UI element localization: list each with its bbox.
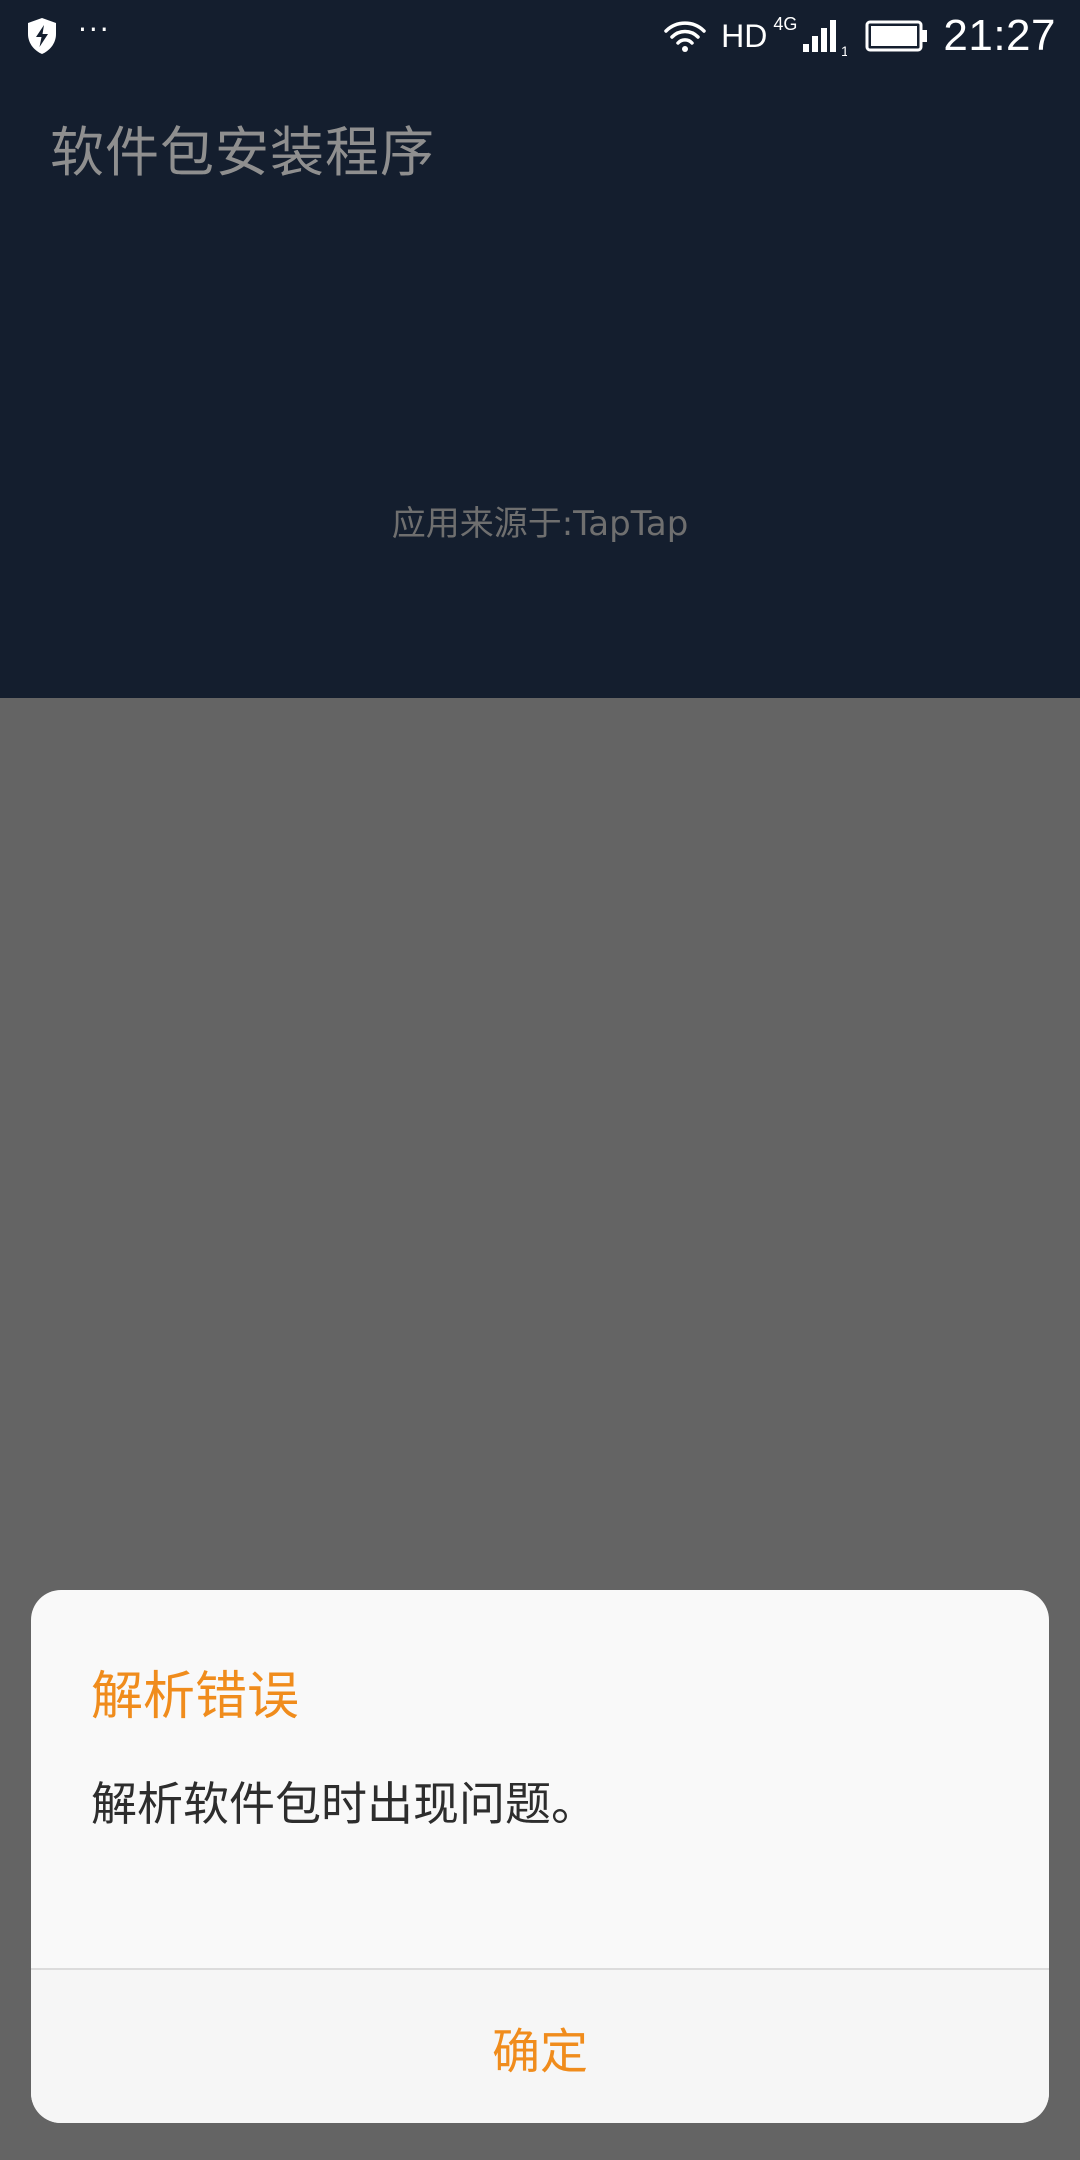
installer-header-area: ··· HD 4G 1 21:27 软件包安装程序 应用来源于:TapTap [0,0,1080,698]
dialog-message: 解析软件包时出现问题。 [91,1777,597,1831]
signal-icon: 1 [801,16,847,56]
dialog-footer: 确定 [31,1970,1049,2123]
sim-slot-label: 1 [841,43,847,56]
app-source-label: 应用来源于:TapTap [391,504,689,544]
status-time: 21:27 [943,11,1056,60]
notification-overflow-icon: ··· [78,13,111,46]
status-right: HD 4G 1 21:27 [663,8,1056,64]
status-left: ··· [26,16,111,56]
wifi-icon [663,19,707,53]
screen: ··· HD 4G 1 21:27 软件包安装程序 应用来源于:TapTap 解… [0,0,1080,2160]
battery-icon [865,19,929,53]
status-bar: ··· HD 4G 1 21:27 [0,0,1080,72]
network-type-label: HD [721,17,768,54]
parse-error-dialog: 解析错误 解析软件包时出现问题。 确定 [31,1590,1049,2123]
dialog-title: 解析错误 [91,1667,300,1727]
ok-button[interactable]: 确定 [31,1970,1049,2123]
installer-title: 软件包安装程序 [50,121,435,184]
shield-bolt-icon [26,17,58,55]
network-generation-label: 4G [773,14,798,34]
